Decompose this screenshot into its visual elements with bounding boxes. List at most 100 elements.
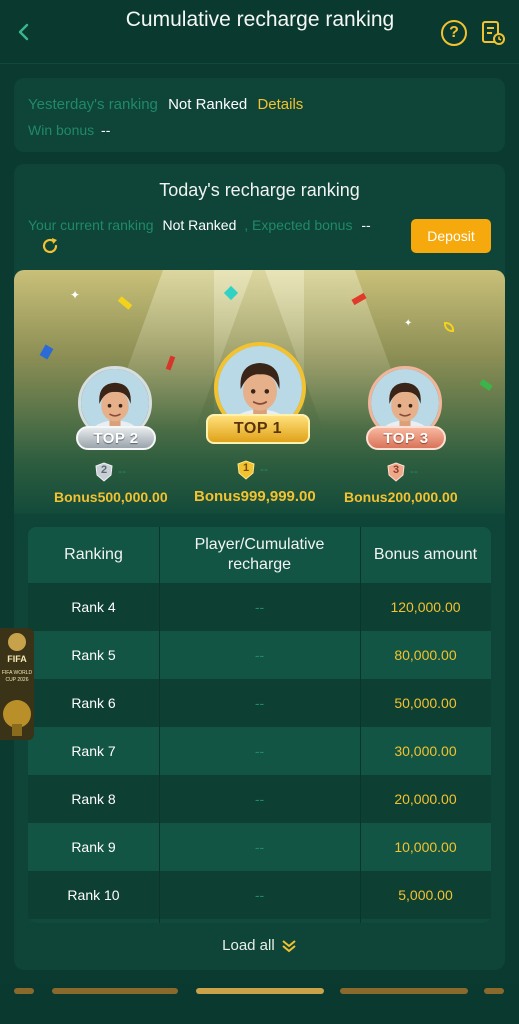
fifa-subtitle: FIFA WORLD CUP 2026: [1, 670, 33, 683]
top2-bonus-label: Bonus: [54, 489, 98, 505]
bottom-tab-strip: [0, 984, 519, 1024]
bottom-tab[interactable]: [52, 988, 178, 994]
help-icon: ?: [449, 24, 459, 41]
bonus-cell: 30,000.00: [394, 743, 457, 759]
today-ranking-card: Today's recharge ranking Your current ra…: [14, 164, 505, 970]
top3-badge: TOP 3: [366, 426, 446, 450]
refresh-button[interactable]: [40, 236, 60, 256]
top2-bonus-value: 500,000.00: [97, 489, 168, 505]
player-cell: --: [254, 599, 265, 615]
yesterday-status: Not Ranked: [168, 96, 248, 113]
sparkle-icon: ✦: [70, 288, 81, 302]
current-ranking-value: Not Ranked: [162, 217, 237, 233]
top3-bonus: Bonus200,000.00: [344, 489, 458, 505]
column-header-player: Player/Cumulative recharge: [194, 536, 325, 573]
top2-player: --: [118, 464, 126, 478]
bottom-tab[interactable]: [484, 988, 504, 994]
column-divider: [360, 527, 361, 923]
bottom-tab[interactable]: [340, 988, 468, 994]
load-all-button[interactable]: Load all: [14, 937, 505, 954]
column-divider: [159, 527, 160, 923]
top3-player: --: [410, 464, 418, 478]
bonus-cell: 50,000.00: [394, 695, 457, 711]
refresh-icon: [42, 238, 58, 254]
top1-bonus-label: Bonus: [194, 488, 241, 505]
sparkle-icon: ✦: [404, 318, 413, 329]
rank-cell: Rank 10: [67, 887, 120, 903]
load-all-label: Load all: [222, 937, 275, 954]
current-ranking-row: Your current ranking Not Ranked , Expect…: [28, 217, 371, 233]
medal-icon: 2: [94, 462, 114, 482]
medal-number: 1: [242, 462, 250, 474]
top2-badge: TOP 2: [76, 426, 156, 450]
expected-bonus-label: , Expected bonus: [244, 217, 353, 233]
bonus-cell: 120,000.00: [390, 599, 461, 615]
column-header-ranking: Ranking: [64, 546, 123, 563]
medal-icon: 1: [236, 460, 256, 480]
bottom-tab[interactable]: [14, 988, 34, 994]
table-header: Ranking Player/Cumulative recharge Bonus…: [28, 527, 491, 583]
top1-bonus: Bonus999,999.00: [194, 488, 316, 505]
table-row: Rank 5 -- 80,000.00: [28, 631, 491, 679]
top2-bonus: Bonus500,000.00: [54, 489, 168, 505]
confetti: [444, 322, 454, 332]
rank-cell: Rank 4: [71, 599, 116, 615]
podium: ✦ ✦ TOP 2 2 -- Bonus500,000.00 TOP 1 1 -…: [14, 270, 505, 514]
bonus-cell: 80,000.00: [394, 647, 457, 663]
trophy-icon: [0, 628, 34, 740]
player-cell: --: [254, 839, 265, 855]
back-button[interactable]: [12, 20, 34, 44]
table-row: Rank 6 -- 50,000.00: [28, 679, 491, 727]
medal-icon: 3: [386, 462, 406, 482]
page-title: Cumulative recharge ranking: [125, 8, 395, 31]
top3-bonus-value: 200,000.00: [387, 489, 458, 505]
table-row: Rank 7 -- 30,000.00: [28, 727, 491, 775]
player-cell: --: [254, 647, 265, 663]
today-title: Today's recharge ranking: [159, 180, 360, 200]
record-button[interactable]: [480, 19, 506, 47]
rank-cell: Rank 7: [71, 743, 116, 759]
ranking-table: Ranking Player/Cumulative recharge Bonus…: [28, 527, 491, 923]
header-bar: Cumulative recharge ranking ?: [0, 0, 519, 64]
confetti: [39, 344, 54, 360]
win-bonus-row: Win bonus --: [28, 122, 110, 138]
bonus-cell: 10,000.00: [394, 839, 457, 855]
player-cell: --: [254, 695, 265, 711]
top1-bonus-value: 999,999.00: [240, 488, 316, 505]
back-icon: [18, 23, 29, 41]
record-icon: [482, 21, 505, 45]
bonus-cell: 20,000.00: [394, 791, 457, 807]
deposit-button[interactable]: Deposit: [411, 219, 491, 253]
fifa-promo-widget[interactable]: FIFA FIFA WORLD CUP 2026: [0, 628, 34, 740]
bottom-tab-active[interactable]: [196, 988, 324, 994]
table-row: Rank 8 -- 20,000.00: [28, 775, 491, 823]
rank-cell: Rank 6: [71, 695, 116, 711]
yesterday-row: Yesterday's ranking Not Ranked Details: [28, 96, 303, 113]
medal-number: 2: [100, 464, 108, 476]
rank-cell: Rank 8: [71, 791, 116, 807]
win-bonus-value: --: [101, 122, 111, 138]
win-bonus-label: Win bonus: [28, 122, 95, 138]
rank-cell: Rank 9: [71, 839, 116, 855]
table-row: Rank 4 -- 120,000.00: [28, 583, 491, 631]
player-cell: --: [254, 887, 265, 903]
top1-badge: TOP 1: [206, 414, 310, 444]
help-button[interactable]: ?: [441, 20, 467, 46]
player-cell: --: [254, 743, 265, 759]
fifa-label: FIFA: [7, 654, 27, 664]
bonus-cell: 5,000.00: [398, 887, 453, 903]
confetti: [479, 379, 493, 391]
rank-cell: Rank 5: [71, 647, 116, 663]
yesterday-ranking-card: Yesterday's ranking Not Ranked Details W…: [14, 78, 505, 152]
top3-bonus-label: Bonus: [344, 489, 388, 505]
column-header-bonus: Bonus amount: [373, 546, 478, 563]
details-link[interactable]: Details: [257, 96, 303, 113]
player-cell: --: [254, 791, 265, 807]
confetti: [117, 296, 133, 310]
table-row: Rank 9 -- 10,000.00: [28, 823, 491, 871]
expected-bonus-value: --: [361, 217, 371, 233]
top1-player: --: [260, 462, 268, 476]
yesterday-label: Yesterday's ranking: [28, 96, 158, 113]
medal-number: 3: [392, 464, 400, 476]
current-ranking-label: Your current ranking: [28, 217, 154, 233]
